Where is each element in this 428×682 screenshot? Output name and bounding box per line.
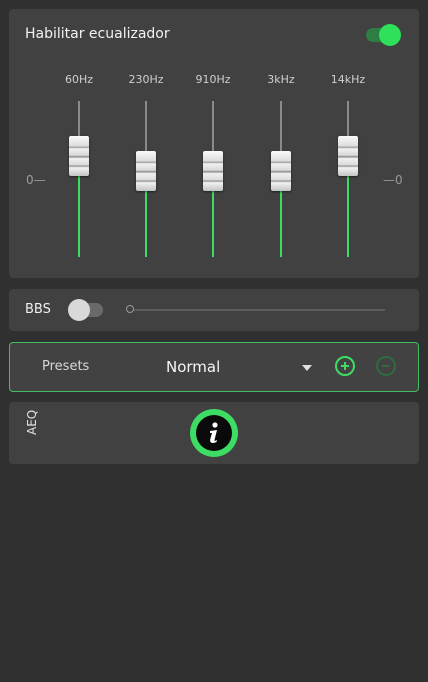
band-slider-thumb[interactable] [136,151,156,192]
presets-panel: Presets Normal [9,342,419,392]
presets-select[interactable]: Normal [166,358,220,376]
bbs-slider-track[interactable] [133,309,385,311]
info-icon [210,422,218,443]
dropdown-arrow-icon[interactable] [302,365,312,371]
band-slider-thumb[interactable] [271,151,291,192]
band-slider-thumb[interactable] [338,135,358,176]
band-slider-thumb[interactable] [69,135,89,176]
band-frequency-label: 230Hz [128,73,164,86]
band-frequency-label: 3kHz [267,73,295,86]
zero-label-left: 0— [26,173,46,187]
bbs-label: BBS [25,302,51,317]
bbs-panel: BBS [9,289,419,331]
zero-label-right: —0 [383,173,403,187]
equalizer-title: Habilitar ecualizador [25,26,170,42]
band-slider-thumb[interactable] [203,151,223,192]
minus-circle-icon [382,365,390,367]
bbs-toggle[interactable] [68,299,103,321]
bbs-slider-thumb[interactable] [126,305,134,313]
aeq-label: AEQ [25,409,39,435]
equalizer-toggle[interactable] [366,24,401,46]
band-frequency-label: 910Hz [195,73,231,86]
plus-circle-icon [341,362,349,370]
aeq-panel: AEQ [9,402,419,464]
band-frequency-label: 60Hz [64,73,94,86]
presets-label: Presets [42,359,90,374]
remove-preset-button[interactable] [376,356,396,376]
equalizer-panel: Habilitar ecualizador 0— —0 60Hz 230Hz 910… [9,9,419,278]
info-button[interactable] [190,409,238,457]
toggle-knob [379,24,401,46]
add-preset-button[interactable] [335,356,355,376]
band-frequency-label: 14kHz [330,73,366,86]
toggle-knob [68,299,90,321]
